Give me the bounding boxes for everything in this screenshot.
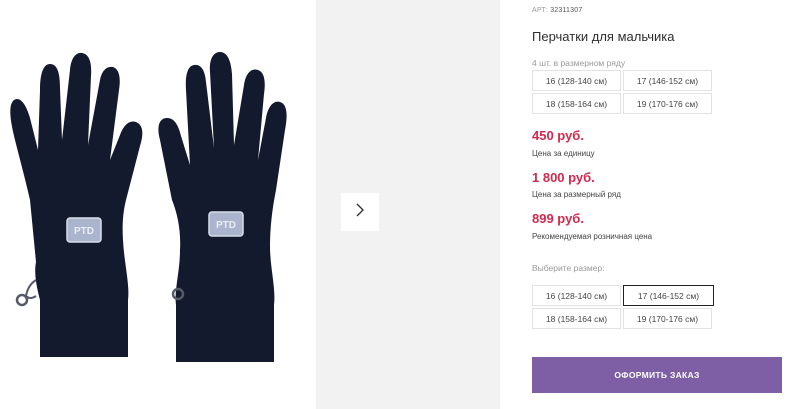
left-glove xyxy=(10,52,143,358)
retail-price-caption: Рекомендуемая розничная цена xyxy=(532,232,653,241)
unit-price: 450 руб. xyxy=(532,128,584,143)
chevron-right-icon xyxy=(354,202,366,223)
gallery-next-button[interactable] xyxy=(341,193,379,231)
size-option-18[interactable]: 18 (158-164 см) xyxy=(532,308,621,329)
pack-size-cell: 17 (146-152 см) xyxy=(623,70,712,91)
row-price: 1 800 руб. xyxy=(532,170,595,185)
right-patch-text: PTD xyxy=(216,220,236,231)
size-option-17-selected[interactable]: 17 (146-152 см) xyxy=(623,285,714,306)
pack-size-cell: 19 (170-176 см) xyxy=(623,93,712,114)
product-info: АРТ: 32311307 Перчатки для мальчика 4 шт… xyxy=(532,0,800,409)
size-option-16[interactable]: 16 (128-140 см) xyxy=(532,285,621,306)
product-photo[interactable]: PTD PTD xyxy=(0,0,316,409)
select-size-label: Выберите размер: xyxy=(532,263,605,273)
retail-price: 899 руб. xyxy=(532,211,584,226)
order-button[interactable]: ОФОРМИТЬ ЗАКАЗ xyxy=(532,357,782,393)
row-price-caption: Цена за размерный ряд xyxy=(532,190,621,199)
article-number: АРТ: 32311307 xyxy=(532,7,583,14)
left-patch-text: PTD xyxy=(74,226,94,237)
pack-size-cell: 16 (128-140 см) xyxy=(532,70,621,91)
product-title: Перчатки для мальчика xyxy=(532,29,675,44)
article-value: 32311307 xyxy=(550,7,583,14)
pack-note: 4 шт. в размерном ряду xyxy=(532,58,626,68)
unit-price-caption: Цена за единицу xyxy=(532,149,595,158)
size-option-19[interactable]: 19 (170-176 см) xyxy=(623,308,712,329)
pack-size-cell: 18 (158-164 см) xyxy=(532,93,621,114)
gloves-image: PTD PTD xyxy=(10,52,287,362)
right-glove xyxy=(158,52,287,362)
